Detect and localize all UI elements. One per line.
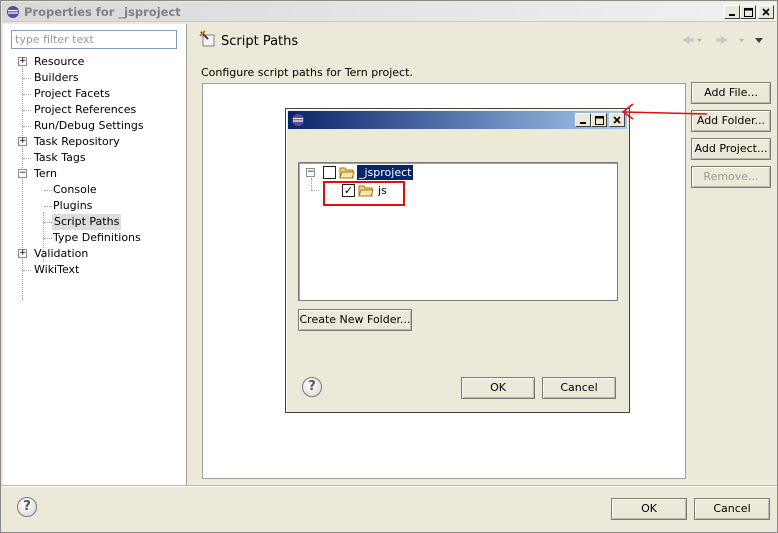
maximize-icon [594,115,604,125]
folder-tree[interactable]: − _jsproject ✓ js [298,162,618,301]
tree-connector [44,190,52,191]
tree-connector [44,206,52,207]
annotation-highlight-box [323,181,405,206]
tree-item-label: Tern [34,167,57,180]
tree-item-label: Plugins [53,199,93,212]
tree-item-label: Project References [34,103,137,116]
tree-connector [44,238,52,239]
script-paths-icon [199,30,217,51]
tree-item-label: Type Definitions [53,231,141,244]
folder-icon [339,165,355,182]
remove-button[interactable]: Remove... [691,166,771,188]
back-arrow-icon[interactable] [681,35,695,48]
tree-item-label: Console [53,183,97,196]
tree-item-label: Task Tags [34,151,86,164]
tree-item-label: Run/Debug Settings [34,119,144,132]
tree-guide-line [22,60,23,300]
tree-item-label: WikiText [34,263,80,276]
close-icon [762,8,770,16]
folder-selection-dialog: − _jsproject ✓ js Create New Folder... ?… [285,108,630,413]
cancel-button[interactable]: Cancel [694,498,770,520]
collapse-icon[interactable]: − [306,168,315,177]
dialog-cancel-button[interactable]: Cancel [542,377,616,399]
expand-icon[interactable]: + [18,57,27,66]
page-title: Script Paths [221,34,299,49]
tree-connector [23,270,31,271]
eclipse-icon [6,5,20,22]
create-new-folder-button[interactable]: Create New Folder... [298,309,412,331]
dialog-minimize-button[interactable] [575,113,591,127]
tree-connector [23,126,31,127]
tree-connector [23,158,31,159]
add-project-button[interactable]: Add Project... [691,138,771,160]
minimize-button[interactable] [724,5,740,19]
help-icon[interactable]: ? [17,497,37,517]
help-icon[interactable]: ? [302,377,322,397]
window-title: Properties for _jsproject [24,5,181,19]
tree-connector [23,94,31,95]
expand-icon[interactable]: + [18,137,27,146]
forward-menu-chevron-icon[interactable] [738,35,745,48]
footer-separator [1,485,777,487]
tree-item-label[interactable]: _jsproject [357,165,414,180]
properties-window: Properties for _jsproject + Resource Bui… [0,0,778,533]
dialog-ok-button[interactable]: OK [461,377,535,399]
tree-connector [23,78,31,79]
ok-button[interactable]: OK [611,498,687,520]
property-navigation-panel: + Resource Builders Project Facets Proje… [3,24,187,485]
tree-item-label: Builders [34,71,79,84]
window-titlebar[interactable]: Properties for _jsproject [2,2,776,22]
tree-item-label: Task Repository [34,135,120,148]
dialog-titlebar[interactable] [288,111,627,129]
collapse-icon[interactable]: − [18,169,27,178]
tree-item-label: Script Paths [52,214,122,230]
annotation-arrow [621,103,708,120]
page-description: Configure script paths for Tern project. [201,66,413,79]
forward-arrow-icon[interactable] [715,35,729,48]
root-checkbox[interactable] [323,166,336,179]
filter-input[interactable] [11,30,177,49]
minimize-icon [729,14,735,16]
tree-item-label: Resource [34,55,85,68]
tree-connector [23,110,31,111]
back-menu-chevron-icon[interactable] [696,35,703,48]
close-button[interactable] [758,5,774,19]
view-menu-chevron-icon[interactable] [754,35,764,48]
dialog-maximize-button[interactable] [591,113,607,127]
tree-connector [311,190,319,191]
tree-guide-line [311,178,312,190]
tree-connector [44,222,52,223]
maximize-button[interactable] [740,5,756,19]
tree-item-label: Validation [34,247,89,260]
minimize-icon [580,122,586,124]
maximize-icon [743,7,753,17]
expand-icon[interactable]: + [18,249,27,258]
eclipse-icon [291,113,305,130]
tree-item-label: Project Facets [34,87,111,100]
